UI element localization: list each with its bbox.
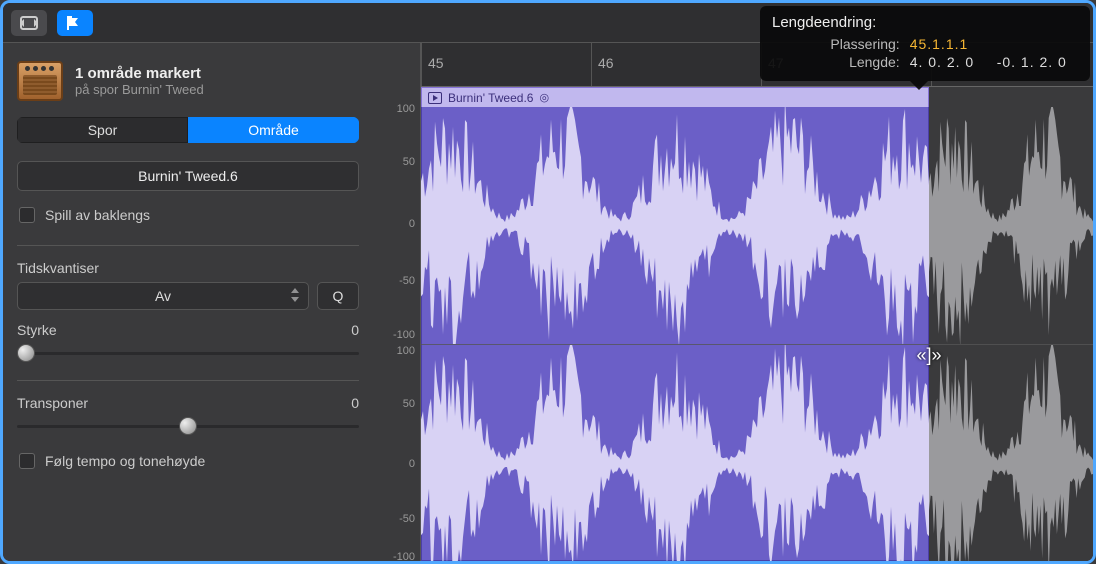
- track-header: 1 område markert på spor Burnin' Tweed: [17, 51, 359, 111]
- play-icon: [428, 92, 442, 104]
- flag-icon: [66, 15, 84, 31]
- amp-icon: [17, 61, 63, 101]
- tooltip-len-value: 4. 0. 2. 0: [910, 53, 983, 71]
- quantize-apply-button[interactable]: Q: [317, 282, 359, 310]
- transpose-value: 0: [351, 395, 359, 411]
- axis-label: 0: [373, 458, 415, 470]
- amplitude-gutter: 100 50 0 -50 -100 100 50 0 -50 -100: [373, 43, 421, 561]
- quantize-value: Av: [155, 288, 171, 304]
- axis-label: 50: [373, 398, 415, 410]
- axis-label: -100: [373, 329, 415, 341]
- quantize-label: Tidskvantiser: [17, 260, 99, 276]
- inspector-title: 1 område markert: [75, 65, 204, 82]
- axis-label: 0: [373, 218, 415, 230]
- catch-toggle-button[interactable]: [57, 10, 93, 36]
- region-name-field[interactable]: Burnin' Tweed.6: [17, 161, 359, 191]
- axis-label: 100: [373, 103, 415, 115]
- axis-label: -50: [373, 513, 415, 525]
- tooltip-pos-value: 45.1.1.1: [910, 35, 983, 53]
- waveform-channel-left: [421, 107, 1093, 345]
- inspector-panel: 1 område markert på spor Burnin' Tweed S…: [3, 43, 373, 561]
- inspector-tabs: Spor Område: [17, 117, 359, 143]
- waveform-channel-right: [421, 345, 1093, 564]
- timeline-area[interactable]: 100 50 0 -50 -100 100 50 0 -50 -100 45 4…: [373, 43, 1093, 561]
- tooltip-len-label: Lengde:: [772, 53, 910, 71]
- tab-region[interactable]: Område: [188, 117, 359, 143]
- transpose-label: Transponer: [17, 395, 88, 411]
- follow-label: Følg tempo og tonehøyde: [45, 453, 205, 469]
- reverse-row[interactable]: Spill av baklengs: [17, 203, 359, 227]
- follow-row[interactable]: Følg tempo og tonehøyde: [17, 449, 359, 473]
- reverse-label: Spill av baklengs: [45, 207, 150, 223]
- inspector-subtitle: på spor Burnin' Tweed: [75, 82, 204, 97]
- follow-checkbox[interactable]: [19, 453, 35, 469]
- reverse-checkbox[interactable]: [19, 207, 35, 223]
- tab-track[interactable]: Spor: [17, 117, 188, 143]
- resize-cursor-icon: «]»: [916, 345, 941, 366]
- length-change-tooltip: Lengdeendring: Plassering: 45.1.1.1 Leng…: [760, 6, 1090, 81]
- region-header-label: Burnin' Tweed.6: [448, 91, 533, 105]
- axis-label: 100: [373, 345, 415, 357]
- region-header[interactable]: Burnin' Tweed.6 ◎: [421, 87, 929, 107]
- loop-toggle-button[interactable]: [11, 10, 47, 36]
- axis-label: 50: [373, 156, 415, 168]
- transpose-slider[interactable]: [17, 417, 359, 435]
- chevron-updown-icon: [290, 288, 300, 305]
- slider-track: [17, 352, 359, 355]
- strength-slider[interactable]: [17, 344, 359, 362]
- app-window: 1 område markert på spor Burnin' Tweed S…: [0, 0, 1096, 564]
- tooltip-title: Lengdeendring:: [772, 14, 1078, 31]
- slider-thumb[interactable]: [179, 417, 197, 435]
- axis-label: -100: [373, 551, 415, 563]
- axis-label: -50: [373, 275, 415, 287]
- slider-thumb[interactable]: [17, 344, 35, 362]
- strength-label: Styrke: [17, 322, 57, 338]
- stereo-icon: ◎: [539, 91, 547, 104]
- tooltip-pos-label: Plassering:: [772, 35, 910, 53]
- quantize-select[interactable]: Av: [17, 282, 309, 310]
- loop-icon: [20, 16, 38, 30]
- tooltip-len-delta: -0. 1. 2. 0: [983, 53, 1078, 71]
- ruler-tick: 46: [598, 55, 614, 71]
- ruler-tick: 45: [428, 55, 444, 71]
- strength-value: 0: [351, 322, 359, 338]
